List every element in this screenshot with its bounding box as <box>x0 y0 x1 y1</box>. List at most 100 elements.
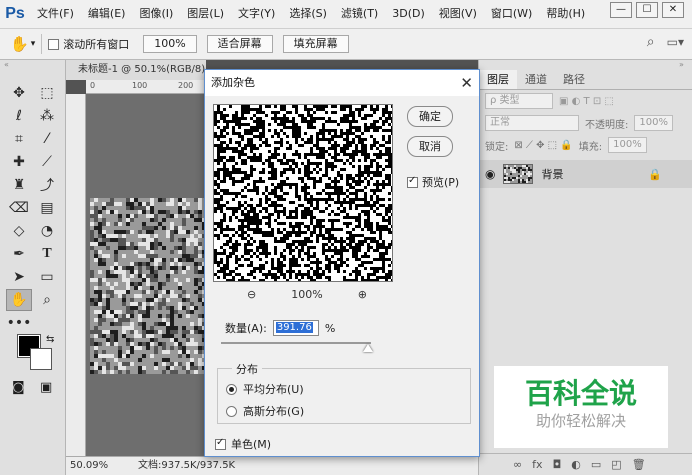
more-tools-icon[interactable]: ••• <box>6 312 32 334</box>
path-selection-tool-icon[interactable]: ➤ <box>6 266 32 288</box>
dodge-tool-icon[interactable]: ◔ <box>34 220 60 242</box>
close-window-button[interactable]: ✕ <box>662 2 684 18</box>
status-doc-info[interactable]: 文档:937.5K/937.5K <box>138 457 235 475</box>
scroll-all-windows-checkbox[interactable]: 滚动所有窗口 <box>48 36 129 52</box>
crop-tool-icon[interactable]: ⌗ <box>6 128 32 150</box>
quick-mask-icon[interactable]: ◙ <box>12 380 25 395</box>
amount-slider[interactable] <box>221 342 371 344</box>
clone-stamp-tool-icon[interactable]: ♜ <box>6 174 32 196</box>
menu-select[interactable]: 选择(S) <box>282 0 334 28</box>
menu-file[interactable]: 文件(F) <box>30 0 81 28</box>
link-layers-icon[interactable]: ∞ <box>513 458 522 471</box>
pen-tool-icon[interactable]: ✒ <box>6 243 32 265</box>
menu-help[interactable]: 帮助(H) <box>539 0 592 28</box>
radio-uniform[interactable]: 平均分布(U) <box>226 381 304 397</box>
radio-gaussian-circle[interactable] <box>226 405 237 417</box>
tab-layers[interactable]: 图层 <box>479 70 517 89</box>
menu-layer[interactable]: 图层(L) <box>180 0 231 28</box>
swap-colors-icon[interactable]: ⇆ <box>46 334 54 345</box>
eraser-tool-icon[interactable]: ⌫ <box>6 197 32 219</box>
screen-mode-icon[interactable]: ▣ <box>40 380 52 395</box>
photoshop-logo: Ps <box>5 5 25 22</box>
monochromatic-checkbox-box[interactable] <box>215 437 226 450</box>
ruler-horizontal: 0 100 200 <box>86 80 206 94</box>
menu-view[interactable]: 视图(V) <box>432 0 484 28</box>
eyedropper-tool-icon[interactable]: ⁄ <box>34 128 60 150</box>
lasso-tool-icon[interactable]: ℓ <box>6 105 32 127</box>
healing-brush-tool-icon[interactable]: ✚ <box>6 151 32 173</box>
workspace-icon[interactable]: ▭▾ <box>667 35 684 49</box>
rectangle-tool-icon[interactable]: ▭ <box>34 266 60 288</box>
new-layer-icon[interactable]: ◰ <box>611 458 621 471</box>
zoom-out-icon[interactable]: ⊖ <box>247 288 256 301</box>
close-icon[interactable]: ✕ <box>460 70 473 96</box>
fill-input[interactable]: 100% <box>608 137 647 153</box>
tab-channels[interactable]: 通道 <box>517 70 555 89</box>
canvas-area[interactable] <box>86 94 206 456</box>
menu-edit[interactable]: 编辑(E) <box>81 0 133 28</box>
toolbar-collapse-handle[interactable]: « <box>0 60 66 70</box>
layer-item-background[interactable]: ◉ 背景 🔒 <box>479 160 692 188</box>
preview-checkbox[interactable]: 预览(P) <box>407 174 459 190</box>
menu-type[interactable]: 文字(Y) <box>231 0 282 28</box>
amount-value[interactable]: 391.76 <box>275 322 313 333</box>
ruler-tick: 0 <box>90 81 96 90</box>
ok-button[interactable]: 确定 <box>407 106 453 127</box>
checkbox-box[interactable] <box>48 38 60 50</box>
radio-gaussian[interactable]: 高斯分布(G) <box>226 403 304 419</box>
filter-icons[interactable]: ▣ ◐ T ⊡ ⬚ <box>559 96 614 107</box>
tool-preset-dropdown-icon[interactable]: ▾ <box>31 39 36 49</box>
background-color-swatch[interactable] <box>30 348 52 370</box>
amount-input[interactable]: 391.76 <box>272 320 319 336</box>
status-zoom[interactable]: 50.09% <box>70 457 108 475</box>
eye-icon[interactable]: ◉ <box>485 167 495 181</box>
hand-tool-icon[interactable]: ✋ <box>10 35 29 53</box>
search-icon[interactable]: ⌕ <box>647 34 655 50</box>
preview-noise-image <box>214 105 392 281</box>
blur-tool-icon[interactable]: ◇ <box>6 220 32 242</box>
maximize-button[interactable]: ☐ <box>636 2 658 18</box>
adjustment-layer-icon[interactable]: ◐ <box>571 458 581 471</box>
fill-screen-button[interactable]: 填充屏幕 <box>282 35 349 53</box>
marquee-tool-icon[interactable]: ⬚ <box>34 82 60 104</box>
menu-image[interactable]: 图像(I) <box>132 0 180 28</box>
move-tool-icon[interactable]: ✥ <box>6 82 32 104</box>
document-tab[interactable]: 未标题-1 @ 50.1%(RGB/8) <box>66 60 206 80</box>
panel-collapse-handle[interactable]: » <box>479 60 692 70</box>
layer-filter-row: ρ 类型 ▣ ◐ T ⊡ ⬚ <box>479 90 692 112</box>
layer-style-icon[interactable]: fx <box>532 458 542 471</box>
zoom-in-icon[interactable]: ⊕ <box>358 288 367 301</box>
preview-zoom-row: ⊖ 100% ⊕ <box>247 288 367 301</box>
preview-checkbox-box[interactable] <box>407 175 418 188</box>
menu-filter[interactable]: 滤镜(T) <box>334 0 385 28</box>
radio-uniform-circle[interactable] <box>226 383 237 395</box>
delete-layer-icon[interactable]: 🗑 <box>632 458 646 471</box>
new-group-icon[interactable]: ▭ <box>591 458 601 471</box>
dialog-title-bar[interactable]: 添加杂色 ✕ <box>205 70 479 96</box>
opacity-input[interactable]: 100% <box>634 115 673 131</box>
magic-wand-tool-icon[interactable]: ⁂ <box>34 105 60 127</box>
gradient-tool-icon[interactable]: ▤ <box>34 197 60 219</box>
lock-icons[interactable]: ⊠ ⟋ ✥ ⬚ 🔒 <box>514 140 572 151</box>
minimize-button[interactable]: — <box>610 2 632 18</box>
type-tool-icon[interactable]: T <box>34 243 60 265</box>
layer-filter-select[interactable]: ρ 类型 <box>485 93 553 109</box>
monochromatic-checkbox[interactable]: 单色(M) <box>215 436 271 452</box>
distribution-group: 分布 平均分布(U) 高斯分布(G) <box>217 361 471 424</box>
amount-slider-thumb[interactable] <box>363 344 373 352</box>
tab-paths[interactable]: 路径 <box>555 70 593 89</box>
cancel-button[interactable]: 取消 <box>407 136 453 157</box>
fit-screen-button[interactable]: 适合屏幕 <box>206 35 273 53</box>
layer-mask-icon[interactable]: ◘ <box>553 458 562 471</box>
blend-mode-select[interactable]: 正常 <box>485 115 579 131</box>
brush-tool-icon[interactable]: ⟋ <box>34 151 60 173</box>
ruler-tick: 200 <box>178 81 194 90</box>
noise-preview[interactable] <box>213 104 393 282</box>
zoom-tool-icon[interactable]: ⌕ <box>34 289 60 311</box>
menu-3d[interactable]: 3D(D) <box>385 0 432 28</box>
zoom-100-button[interactable]: 100% <box>143 35 197 53</box>
history-brush-tool-icon[interactable]: ⤴ <box>34 174 60 196</box>
menu-window[interactable]: 窗口(W) <box>484 0 539 28</box>
radio-gaussian-label: 高斯分布(G) <box>243 405 305 418</box>
hand-tool-icon[interactable]: ✋ <box>6 289 32 311</box>
